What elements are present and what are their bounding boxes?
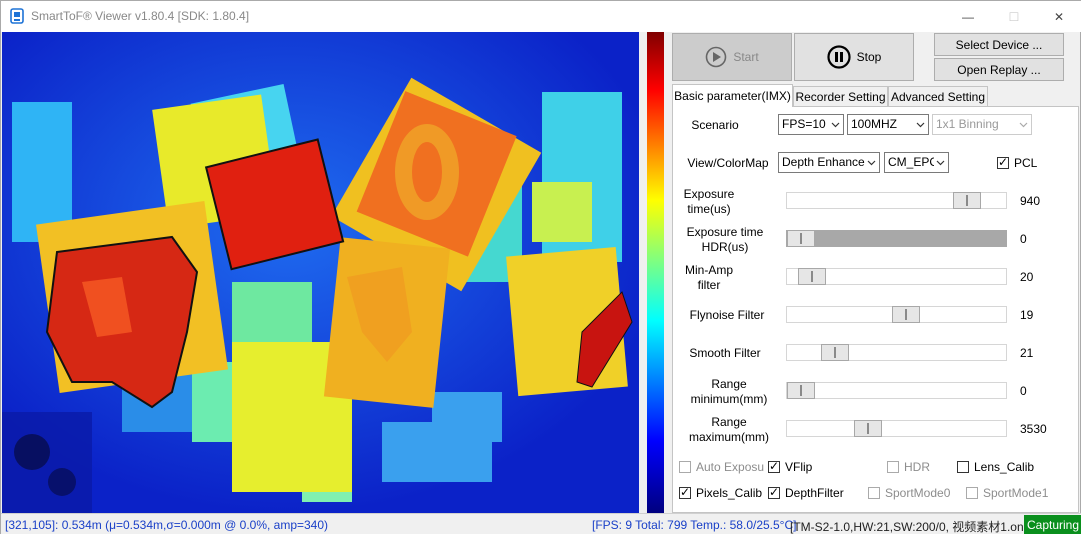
- checkbox-box: [679, 485, 691, 499]
- smooth-filter-value: 21: [1020, 346, 1034, 360]
- checkbox-box: [887, 461, 899, 473]
- colormap-select[interactable]: CM_EPC: [884, 152, 949, 173]
- exposure-time-value: 940: [1020, 194, 1041, 208]
- exposure-time-hdr-slider[interactable]: [786, 230, 1007, 247]
- smooth-filter-slider[interactable]: [786, 344, 1007, 361]
- start-button[interactable]: Start: [672, 33, 792, 81]
- checkbox-box: [768, 485, 780, 499]
- checkbox-box: [966, 487, 978, 499]
- title-bar: SmartToF® Viewer v1.80.4 [SDK: 1.80.4] —…: [1, 1, 1081, 32]
- pixel-info-status: [321,105]: 0.534m (μ=0.534m,σ=0.000m @ 0…: [5, 518, 329, 532]
- range-minimum-value: 0: [1020, 384, 1027, 398]
- binning-select: 1x1 Binning: [932, 114, 1032, 135]
- tab-basic-parameter[interactable]: Basic parameter(IMX): [672, 84, 793, 107]
- open-replay-button[interactable]: Open Replay ...: [934, 58, 1064, 81]
- sport-mode1-checkbox: SportMode1: [966, 486, 1048, 500]
- min-amp-filter-value: 20: [1020, 270, 1034, 284]
- pcl-checkbox[interactable]: PCL: [997, 155, 1037, 170]
- slider-thumb[interactable]: [821, 344, 849, 361]
- device-info-status: [TM-S2-1.0,HW:21,SW:200/0, 视频素材1.oni]: [790, 520, 1030, 534]
- depth-image: [2, 32, 639, 513]
- exposure-time-label: Exposure time(us): [683, 187, 735, 216]
- chevron-down-icon: [867, 160, 876, 166]
- sport-mode0-checkbox: SportMode0: [868, 486, 950, 500]
- close-button[interactable]: ✕: [1036, 1, 1081, 32]
- hdr-checkbox: HDR: [887, 460, 930, 474]
- slider-thumb[interactable]: [854, 420, 882, 437]
- slider-thumb[interactable]: [798, 268, 826, 285]
- minimize-button[interactable]: —: [945, 1, 991, 32]
- exposure-time-slider[interactable]: [786, 192, 1007, 209]
- chevron-down-icon: [831, 122, 840, 128]
- fps-status: [FPS: 9 Total: 799 Temp.: 58.0/25.5°C]: [592, 518, 797, 532]
- slider-thumb[interactable]: [892, 306, 920, 323]
- checkbox-box: [679, 461, 691, 473]
- select-device-button[interactable]: Select Device ...: [934, 33, 1064, 56]
- frequency-select[interactable]: 100MHZ: [847, 114, 929, 135]
- close-icon: ✕: [1053, 9, 1065, 24]
- chevron-down-icon: [1019, 122, 1028, 128]
- minimize-icon: —: [962, 9, 974, 24]
- pixels-calib-checkbox[interactable]: Pixels_Calib: [679, 485, 762, 500]
- depth-colorbar: [647, 32, 664, 513]
- capturing-badge: Capturing: [1024, 515, 1081, 534]
- lens-calib-checkbox[interactable]: Lens_Calib: [957, 460, 1034, 474]
- tab-advanced-setting[interactable]: Advanced Setting: [888, 86, 988, 106]
- slider-thumb[interactable]: [953, 192, 981, 209]
- min-amp-filter-label: Min-Amp filter: [684, 263, 733, 292]
- slider-thumb[interactable]: [787, 382, 815, 399]
- flynoise-filter-label: Flynoise Filter: [689, 308, 765, 322]
- stop-button[interactable]: Stop: [794, 33, 914, 81]
- basic-parameter-panel: Scenario FPS=10 100MHZ 1x1 Binning View/…: [672, 106, 1079, 513]
- flynoise-filter-slider[interactable]: [786, 306, 1007, 323]
- range-minimum-slider[interactable]: [786, 382, 1007, 399]
- vflip-checkbox[interactable]: VFlip: [768, 459, 812, 474]
- exposure-time-hdr-value: 0: [1020, 232, 1027, 246]
- control-panel: Start Stop Select Device ... Open Replay…: [669, 32, 1081, 513]
- depth-filter-checkbox[interactable]: DepthFilter: [768, 485, 844, 500]
- status-bar: [321,105]: 0.534m (μ=0.534m,σ=0.000m @ 0…: [1, 513, 1081, 534]
- range-maximum-value: 3530: [1020, 422, 1047, 436]
- tab-recorder-setting[interactable]: Recorder Setting: [793, 86, 888, 106]
- view-colormap-label: View/ColorMap: [687, 156, 769, 170]
- checkbox-box: [997, 155, 1009, 169]
- fps-select[interactable]: FPS=10: [778, 114, 844, 135]
- chevron-down-icon: [916, 122, 925, 128]
- smooth-filter-label: Smooth Filter: [689, 346, 761, 360]
- auto-exposure-checkbox: Auto Exposu: [679, 460, 764, 474]
- play-circle-icon: [706, 46, 727, 68]
- app-icon: [10, 8, 24, 24]
- maximize-button[interactable]: ☐: [991, 1, 1037, 32]
- scenario-label: Scenario: [691, 118, 739, 132]
- checkbox-box: [868, 487, 880, 499]
- depth-image-viewer[interactable]: [2, 32, 639, 513]
- window-title: SmartToF® Viewer v1.80.4 [SDK: 1.80.4]: [31, 9, 250, 23]
- range-maximum-slider[interactable]: [786, 420, 1007, 437]
- start-label: Start: [733, 50, 759, 64]
- exposure-time-hdr-label: Exposure time HDR(us): [686, 225, 764, 254]
- range-maximum-label: Range maximum(mm): [689, 415, 769, 444]
- range-minimum-label: Range minimum(mm): [690, 377, 768, 406]
- min-amp-filter-slider[interactable]: [786, 268, 1007, 285]
- checkbox-box: [957, 461, 969, 473]
- chevron-down-icon: [936, 160, 945, 166]
- slider-thumb[interactable]: [787, 230, 815, 247]
- checkbox-box: [768, 459, 780, 473]
- pause-circle-icon: [827, 45, 851, 69]
- app-window: SmartToF® Viewer v1.80.4 [SDK: 1.80.4] —…: [0, 0, 1081, 534]
- view-mode-select[interactable]: Depth Enhance: [778, 152, 880, 173]
- stop-label: Stop: [856, 50, 882, 64]
- flynoise-filter-value: 19: [1020, 308, 1034, 322]
- maximize-icon: ☐: [1008, 9, 1020, 24]
